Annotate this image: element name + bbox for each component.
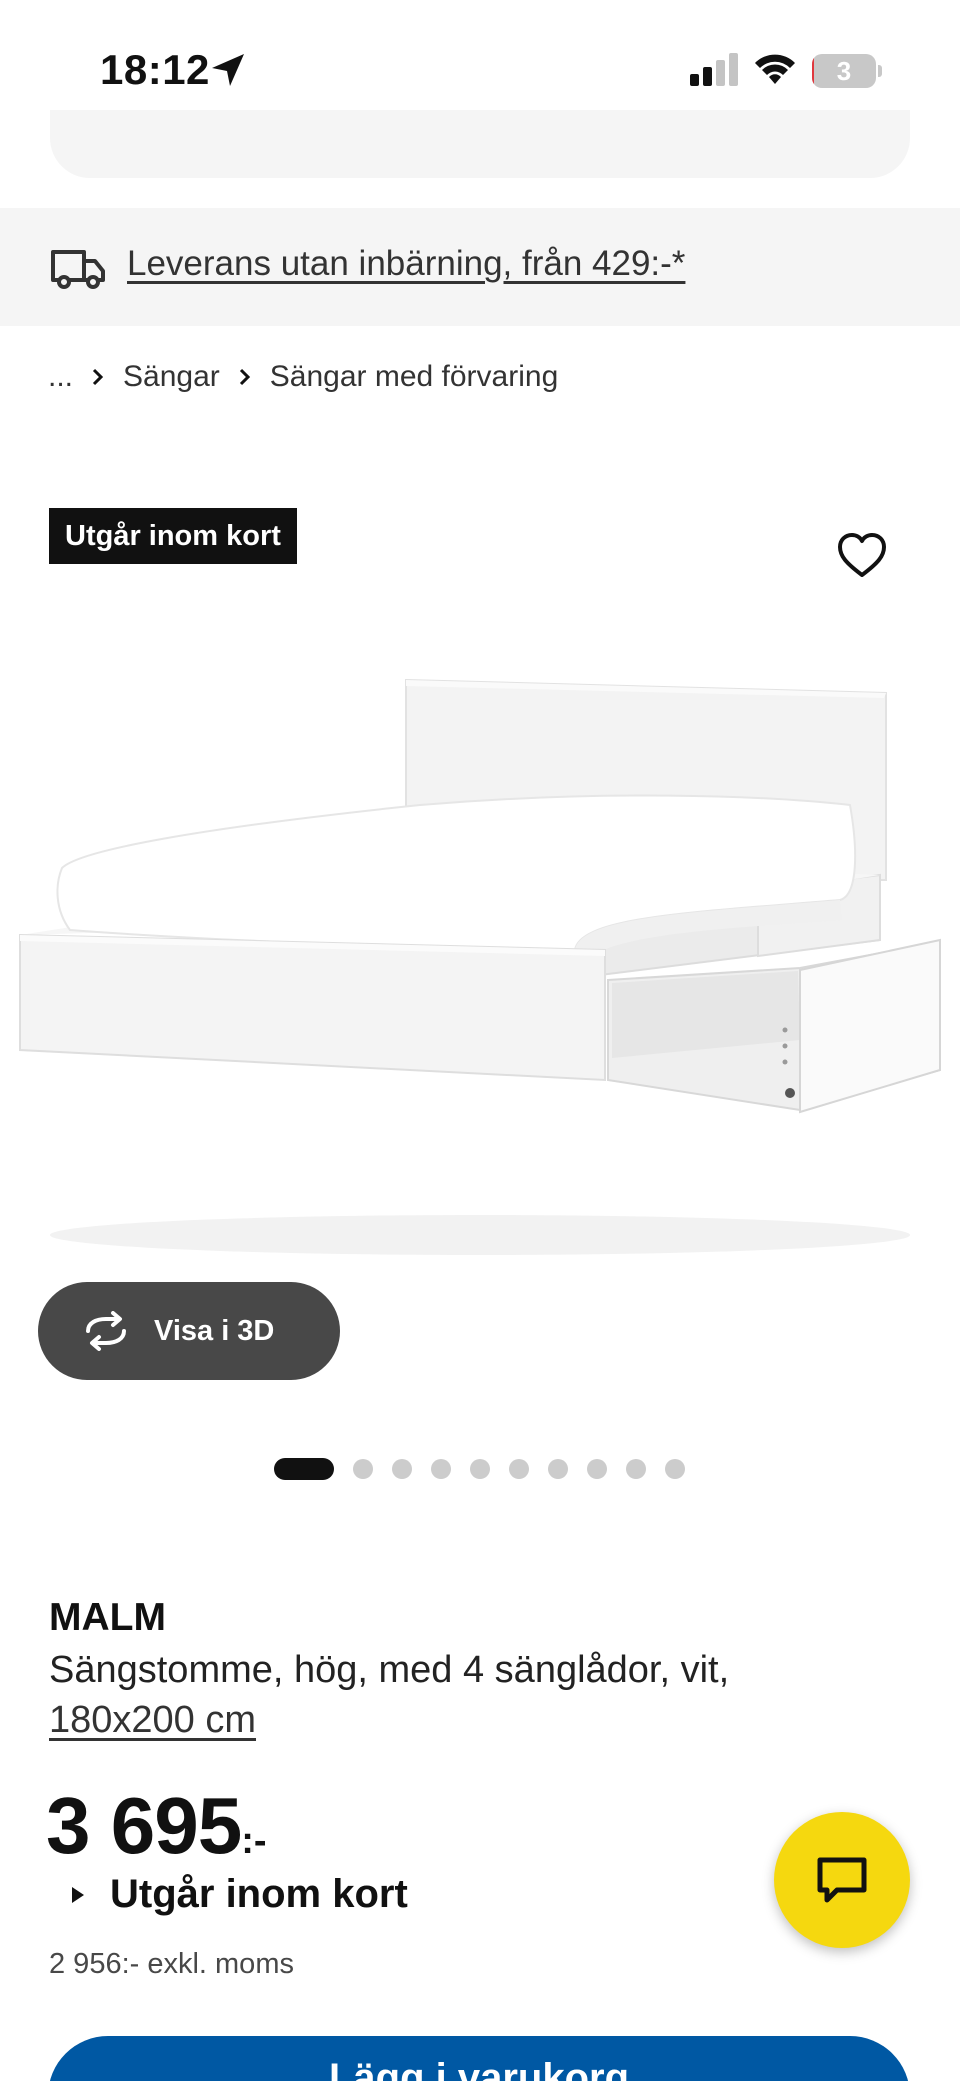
breadcrumb: ... Sängar Sängar med förvaring [48,357,558,397]
product-size-link[interactable]: 180x200 cm [49,1699,256,1741]
breadcrumb-item-beds[interactable]: Sängar [123,360,220,394]
status-time: 18:12 [100,46,210,93]
chevron-right-icon [228,362,262,392]
view-3d-label: Visa i 3D [154,1314,275,1347]
battery-percentage: 3 [836,56,852,86]
product-image[interactable] [0,650,960,1290]
carousel-dot[interactable] [431,1459,451,1479]
carousel-dot[interactable] [665,1459,685,1479]
chevron-right-icon [81,362,115,392]
product-description-text: Sängstomme, hög, med 4 sänglådor, vit, [49,1649,730,1691]
battery-icon: 3 [812,54,882,88]
delivery-link[interactable]: Leverans utan inbärning, från 429:-* [127,244,685,284]
price-excl-vat: 2 956:- exkl. moms [49,1948,294,1980]
location-arrow-icon [212,54,244,86]
availability-text: Utgår inom kort [110,1872,408,1916]
delivery-banner[interactable]: Leverans utan inbärning, från 429:-* [0,208,960,326]
product-gallery: Utgår inom kort Visa i 3D [0,460,960,1500]
price-amount: 3 695 [46,1781,242,1870]
carousel-dot[interactable] [626,1459,646,1479]
view-3d-button[interactable]: Visa i 3D [38,1282,340,1380]
rotate-3d-icon [86,1311,126,1351]
discontinued-badge: Utgår inom kort [49,508,297,564]
wifi-icon [755,54,795,84]
caret-right-icon [72,1886,84,1903]
carousel-dot[interactable] [548,1459,568,1479]
search-bar-remnant[interactable] [50,110,910,178]
add-to-cart-label: Lägg i varukorg [328,2056,630,2081]
chat-bubble-icon [817,1857,867,1903]
carousel-indicator[interactable] [274,1457,704,1481]
product-description: Sängstomme, hög, med 4 sänglådor, vit, 1… [49,1645,829,1745]
carousel-dot[interactable] [470,1459,490,1479]
carousel-dot-active[interactable] [274,1458,334,1480]
add-to-cart-button[interactable]: Lägg i varukorg [48,2036,910,2081]
availability-toggle[interactable]: Utgår inom kort [70,1872,408,1917]
product-name: MALM [49,1596,166,1639]
battery-body: 3 [812,54,876,88]
breadcrumb-item-storage-beds[interactable]: Sängar med förvaring [270,360,559,394]
carousel-dot[interactable] [353,1459,373,1479]
price: 3 695 :- [46,1780,267,1872]
cellular-signal-icon [690,53,738,86]
carousel-dot[interactable] [392,1459,412,1479]
battery-tip [878,65,882,77]
price-suffix: :- [241,1820,267,1862]
heart-outline-icon[interactable] [836,530,888,582]
chat-button[interactable] [774,1812,910,1948]
carousel-dot[interactable] [587,1459,607,1479]
truck-icon [51,250,105,289]
breadcrumb-item-ellipsis[interactable]: ... [48,360,73,394]
carousel-dot[interactable] [509,1459,529,1479]
